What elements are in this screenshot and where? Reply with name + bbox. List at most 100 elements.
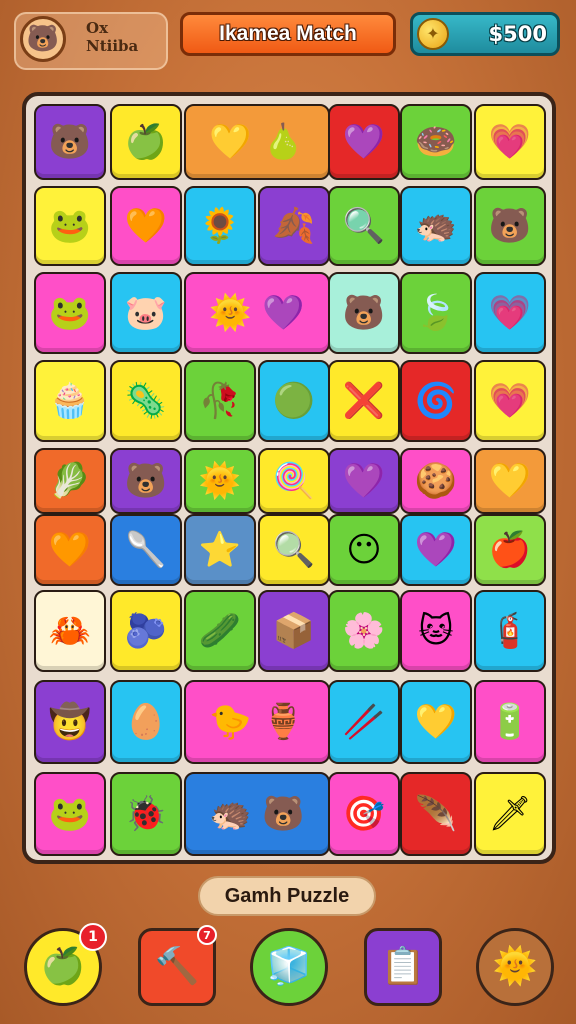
tile-r2-c2[interactable]: 🌞 💜 xyxy=(184,272,330,354)
tile-r2-c1[interactable]: 🐷 xyxy=(110,272,182,354)
tile-r6-c1[interactable]: 🫐 xyxy=(110,590,182,672)
coin-counter[interactable]: ✦ $500 xyxy=(410,12,560,56)
tile-r8-c6[interactable]: 🗡 xyxy=(474,772,546,856)
powerup-apple-button[interactable]: 🍏 1 xyxy=(24,923,107,1006)
tile-r3-c6[interactable]: 💗 xyxy=(474,360,546,442)
powerup-shuffle-button[interactable]: 🧊 xyxy=(250,928,328,1006)
tile-r7-c2[interactable]: 🐤 🏺 xyxy=(184,680,330,764)
tile-r0-c6[interactable]: 💗 xyxy=(474,104,546,180)
tile-r1-c4[interactable]: 🔍 xyxy=(328,186,400,266)
chopsticks-icon: 🥢 xyxy=(342,702,386,742)
tile-r5-c6[interactable]: 🍎 xyxy=(474,514,546,586)
tile-r7-c1[interactable]: 🥚 xyxy=(110,680,182,764)
tile-r0-c1[interactable]: 🍏 xyxy=(110,104,182,180)
feather-icon: 🪶 xyxy=(414,794,458,834)
tile-r0-c4[interactable]: 💜 xyxy=(328,104,400,180)
tile-r6-c3[interactable]: 📦 xyxy=(258,590,330,672)
tile-r8-c0[interactable]: 🐸 xyxy=(34,772,106,856)
face-icon: 🤠 xyxy=(48,702,92,742)
tile-r2-c4[interactable]: 🐻 xyxy=(328,272,400,354)
bear-icon: 🐻 xyxy=(488,206,532,246)
heart-icon: 💜 xyxy=(342,122,386,162)
magnifier-icon: 🔍 xyxy=(342,206,386,246)
tile-r1-c0[interactable]: 🐸 xyxy=(34,186,106,266)
tile-r4-c5[interactable]: 🍪 xyxy=(400,448,472,514)
notification-badge: 7 xyxy=(197,925,217,945)
tile-r6-c4[interactable]: 🌸 xyxy=(328,590,400,672)
cross-icon: ❌ xyxy=(342,381,386,421)
cookie-icon: 🍪 xyxy=(414,461,458,501)
magnifier-icon: 🔍 xyxy=(272,530,316,570)
heart-icon: 💗 xyxy=(488,381,532,421)
tile-r4-c1[interactable]: 🐻 xyxy=(110,448,182,514)
tile-r6-c2[interactable]: 🥒 xyxy=(184,590,256,672)
tile-r7-c5[interactable]: 💛 xyxy=(400,680,472,764)
frog-icon: 🐸 xyxy=(48,293,92,333)
tile-r1-c2[interactable]: 🌻 xyxy=(184,186,256,266)
tile-r7-c6[interactable]: 🔋 xyxy=(474,680,546,764)
tile-r2-c6[interactable]: 💗 xyxy=(474,272,546,354)
tile-r4-c3[interactable]: 🍭 xyxy=(258,448,330,514)
tile-r8-c2[interactable]: 🦔 🐻 xyxy=(184,772,330,856)
leaf-icon: 🍂 xyxy=(272,206,316,246)
tile-r6-c5[interactable]: 🐱 xyxy=(400,590,472,672)
tile-r3-c4[interactable]: ❌ xyxy=(328,360,400,442)
heart-icon: 💜 xyxy=(342,461,386,501)
tile-r0-c5[interactable]: 🍩 xyxy=(400,104,472,180)
bear-face-icon: 🐻 xyxy=(20,16,66,62)
block-face-icon: 😶 xyxy=(346,530,382,570)
tile-r3-c3[interactable]: 🟢 xyxy=(258,360,330,442)
leaf-icon: 🍃 xyxy=(414,293,458,333)
bear-icon: 🐻 xyxy=(48,122,92,162)
powerup-apple-icon: 🍏 xyxy=(40,946,86,987)
tile-r1-c6[interactable]: 🐻 xyxy=(474,186,546,266)
tile-r0-c2[interactable]: 💛 🍐 xyxy=(184,104,330,180)
tile-r4-c0[interactable]: 🥬 xyxy=(34,448,106,514)
tile-r1-c5[interactable]: 🦔 xyxy=(400,186,472,266)
notification-badge: 1 xyxy=(79,923,107,951)
powerup-sun-button[interactable]: 🌞 xyxy=(476,928,554,1006)
bug-icon: 🐞 xyxy=(124,794,168,834)
tile-r7-c4[interactable]: 🥢 xyxy=(328,680,400,764)
tile-r2-c0[interactable]: 🐸 xyxy=(34,272,106,354)
tile-r1-c1[interactable]: 🧡 xyxy=(110,186,182,266)
heart-icon: 🧡 xyxy=(124,206,168,246)
tile-r3-c2[interactable]: 🥀 xyxy=(184,360,256,442)
tile-r3-c0[interactable]: 🧁 xyxy=(34,360,106,442)
tile-r1-c3[interactable]: 🍂 xyxy=(258,186,330,266)
badge-icon: 🟢 xyxy=(272,381,316,421)
tile-r5-c2[interactable]: ⭐ xyxy=(184,514,256,586)
tile-r8-c4[interactable]: 🎯 xyxy=(328,772,400,856)
tile-r5-c1[interactable]: 🥄 xyxy=(110,514,182,586)
heart-icon: 🧡 xyxy=(48,530,92,570)
creature-bear-icon: 🦔 🐻 xyxy=(209,794,305,834)
tile-r5-c3[interactable]: 🔍 xyxy=(258,514,330,586)
tile-r6-c6[interactable]: 🧯 xyxy=(474,590,546,672)
tile-r5-c0[interactable]: 🧡 xyxy=(34,514,106,586)
blob-icon: 🫐 xyxy=(124,611,168,651)
tile-r8-c5[interactable]: 🪶 xyxy=(400,772,472,856)
germ-icon: 🦠 xyxy=(124,381,168,421)
battery-icon: 🔋 xyxy=(488,702,532,742)
sun-icon: 🌞 xyxy=(198,461,242,501)
tile-r3-c5[interactable]: 🌀 xyxy=(400,360,472,442)
coin-icon: ✦ xyxy=(417,18,449,50)
tile-r4-c2[interactable]: 🌞 xyxy=(184,448,256,514)
player-profile[interactable]: 🐻 Ox Ntiiba xyxy=(14,12,168,70)
tile-r5-c4[interactable]: 😶 xyxy=(328,514,400,586)
apple-icon: 🍎 xyxy=(488,530,532,570)
powerup-hammer-button[interactable]: 🔨 7 xyxy=(138,925,217,1006)
tile-r5-c5[interactable]: 💜 xyxy=(400,514,472,586)
candy-icon: 🍭 xyxy=(272,461,316,501)
powerup-clipboard-button[interactable]: 📋 xyxy=(364,928,442,1006)
tile-r8-c1[interactable]: 🐞 xyxy=(110,772,182,856)
tile-r6-c0[interactable]: 🦀 xyxy=(34,590,106,672)
tile-r0-c0[interactable]: 🐻 xyxy=(34,104,106,180)
tile-r2-c5[interactable]: 🍃 xyxy=(400,272,472,354)
tile-r3-c1[interactable]: 🦠 xyxy=(110,360,182,442)
player-name: Ox Ntiiba xyxy=(86,19,139,55)
powerup-clipboard-icon: 📋 xyxy=(380,946,426,987)
tile-r7-c0[interactable]: 🤠 xyxy=(34,680,106,764)
tile-r4-c6[interactable]: 💛 xyxy=(474,448,546,514)
tile-r4-c4[interactable]: 💜 xyxy=(328,448,400,514)
